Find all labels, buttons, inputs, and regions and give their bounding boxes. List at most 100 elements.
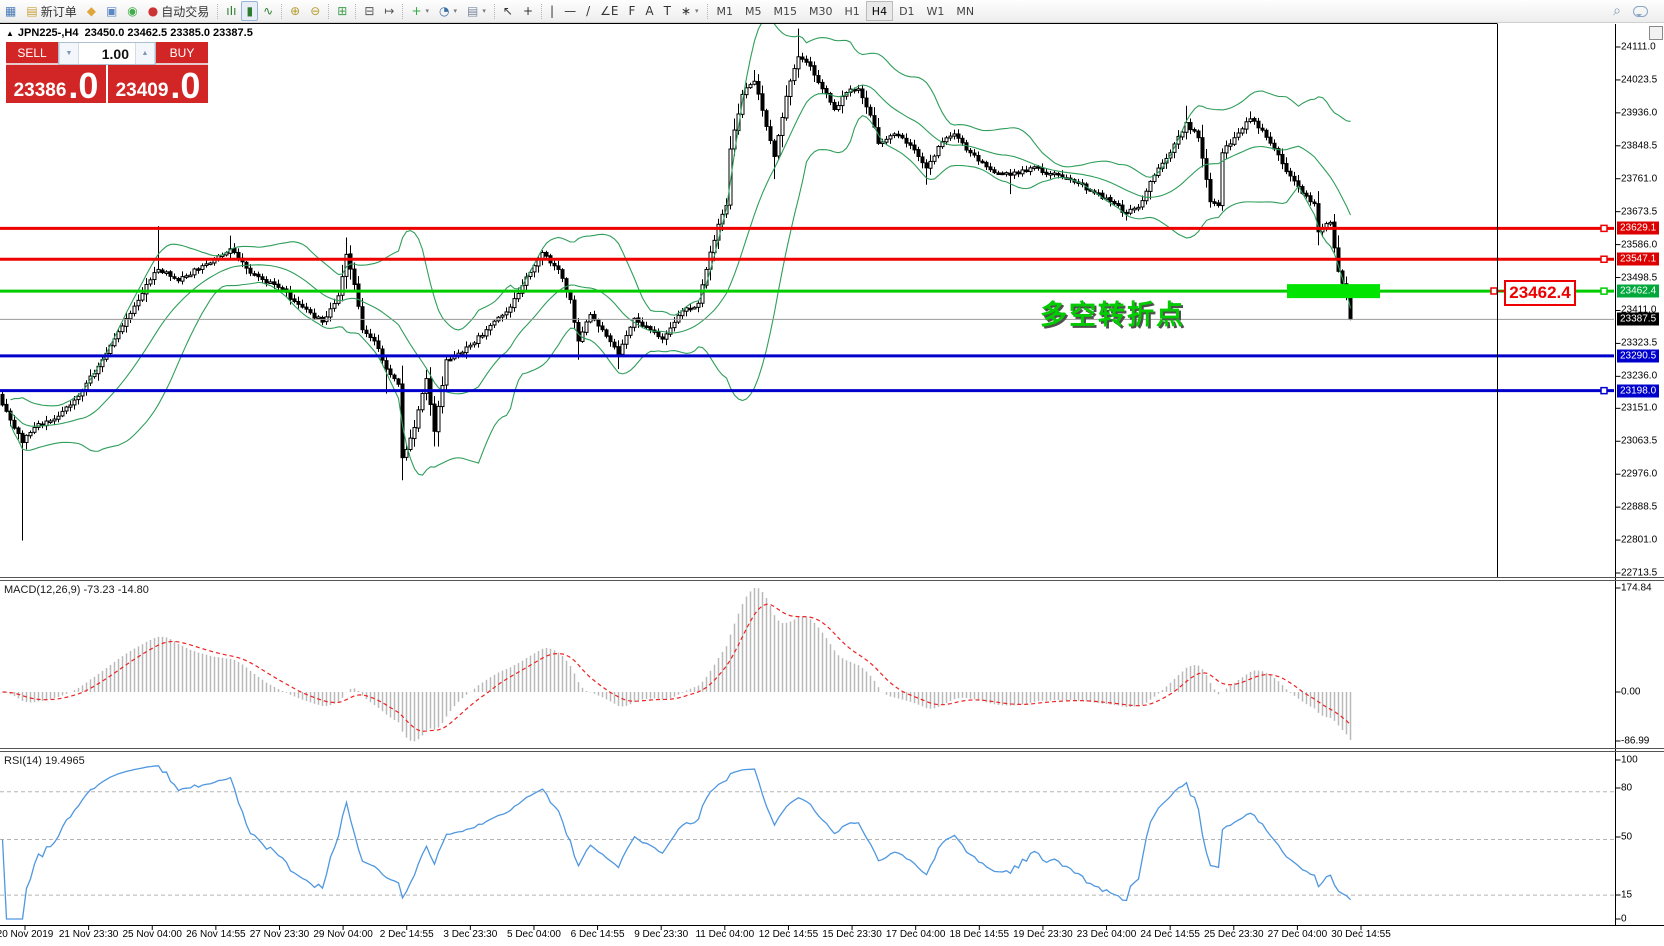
- crosshair-icon: +: [523, 5, 533, 17]
- chat-icon[interactable]: [1633, 6, 1648, 17]
- new-chart-button[interactable]: ▦: [0, 1, 21, 21]
- price-axis-tick: 23848.5: [1621, 140, 1657, 151]
- price-axis-tick: 23323.5: [1621, 338, 1657, 349]
- timeframe-mn-button[interactable]: MN: [950, 1, 980, 21]
- timeframe-m1-button[interactable]: M1: [711, 1, 740, 21]
- time-axis-label: 19 Dec 23:30: [1013, 929, 1073, 940]
- price-axis-tick: 23673.5: [1621, 206, 1657, 217]
- new-order-button-label: 新订单: [41, 3, 77, 20]
- navigator-button[interactable]: ◉: [122, 1, 142, 21]
- chevron-down-icon[interactable]: ▾: [454, 7, 458, 15]
- bar-chart-button[interactable]: ıIı: [221, 1, 241, 21]
- buy-price-panel[interactable]: 23409 .0: [108, 65, 208, 103]
- time-axis-label: 20 Nov 2019: [0, 929, 53, 940]
- buy-price-main: 23409: [116, 81, 169, 100]
- buy-button[interactable]: BUY: [156, 42, 208, 65]
- candlestick-chart-button[interactable]: ▮: [241, 1, 258, 21]
- auto-arrange-button[interactable]: ⊟: [359, 1, 379, 21]
- support-upper-badge: 23290.5: [1617, 349, 1659, 362]
- text-button[interactable]: A: [640, 1, 658, 21]
- time-axis-label: 6 Dec 14:55: [571, 929, 625, 940]
- fibonacci-icon: F: [628, 5, 635, 17]
- chart-shift-button[interactable]: ↦: [379, 1, 399, 21]
- periods-button[interactable]: ◔▾: [434, 1, 462, 21]
- zoom-in-button[interactable]: ⊕: [285, 1, 305, 21]
- rsi-axis-tick: 50: [1621, 832, 1632, 843]
- vertical-line-icon: |: [550, 5, 554, 17]
- timeframe-m15-button[interactable]: M15: [768, 1, 804, 21]
- buy-price-pips: .0: [170, 72, 200, 100]
- timeframe-m30-button[interactable]: M30: [803, 1, 839, 21]
- chevron-down-icon[interactable]: ▾: [695, 7, 699, 15]
- time-axis-label: 25 Dec 23:30: [1204, 929, 1264, 940]
- trendline-icon: /: [586, 5, 590, 17]
- search-icon[interactable]: ⌕: [1613, 3, 1621, 19]
- new-order-button[interactable]: ▤新订单: [21, 1, 81, 21]
- time-axis-label: 2 Dec 14:55: [380, 929, 434, 940]
- price-axis-tick: 22801.0: [1621, 535, 1657, 546]
- price-axis-tick: 24111.0: [1621, 42, 1656, 53]
- trendline-button[interactable]: /: [581, 1, 595, 21]
- collapse-triangle-icon[interactable]: ▲: [6, 29, 14, 38]
- price-callout-label[interactable]: 23462.4: [1504, 280, 1576, 306]
- volume-decrease-button[interactable]: ▼: [59, 43, 79, 64]
- indicators-button[interactable]: +▾: [406, 1, 434, 21]
- chevron-down-icon[interactable]: ▾: [426, 7, 430, 15]
- time-axis-label: 18 Dec 14:55: [950, 929, 1010, 940]
- toolbar-separator: [707, 4, 708, 19]
- equidistant-channel-button[interactable]: ∠E: [595, 1, 623, 21]
- data-window-button[interactable]: ▣: [101, 1, 122, 21]
- macd-signal-line: [3, 604, 1351, 731]
- resistance-upper-badge: 23629.1: [1617, 222, 1659, 235]
- time-axis-label: 5 Dec 04:00: [507, 929, 561, 940]
- text-label-button[interactable]: T: [659, 1, 676, 21]
- market-watch-icon: ◆: [87, 5, 96, 17]
- chevron-down-icon[interactable]: ▾: [482, 7, 486, 15]
- time-axis-label: 9 Dec 23:30: [634, 929, 688, 940]
- fibonacci-button[interactable]: F: [623, 1, 640, 21]
- ohlc-values: 23450.0 23462.5 23385.0 23387.5: [85, 27, 253, 39]
- crosshair-button[interactable]: +: [518, 1, 538, 21]
- timeframe-w1-button[interactable]: W1: [921, 1, 951, 21]
- zoom-out-button[interactable]: ⊖: [305, 1, 325, 21]
- equidistant-channel-icon: ∠E: [600, 5, 618, 17]
- resistance-lower-badge: 23547.1: [1617, 253, 1659, 266]
- bar-chart-icon: ıIı: [226, 5, 236, 17]
- cursor-button[interactable]: ↖: [498, 1, 518, 21]
- volume-increase-button[interactable]: ▲: [135, 43, 155, 64]
- timeframe-m5-button[interactable]: M5: [739, 1, 768, 21]
- volume-input[interactable]: 1.00: [79, 43, 135, 64]
- toolbar-separator: [541, 4, 542, 19]
- one-click-trading-panel: SELL ▼ 1.00 ▲ BUY 23386 .0 23409 .0: [6, 42, 208, 103]
- autotrading-button[interactable]: ●自动交易: [143, 1, 215, 21]
- timeframe-h4-button[interactable]: H4: [866, 1, 893, 21]
- vertical-line-button[interactable]: |: [545, 1, 559, 21]
- rsi-axis-tick: 100: [1621, 755, 1638, 766]
- time-axis-label: 30 Dec 14:55: [1331, 929, 1391, 940]
- timeframe-h1-button[interactable]: H1: [839, 1, 866, 21]
- main-toolbar: ▦▤新订单◆▣◉●自动交易ıIı▮∿⊕⊖⊞⊟↦+▾◔▾▤▾↖+|—/∠EFAT∗…: [0, 0, 1664, 23]
- zoom-out-icon: ⊖: [310, 5, 320, 17]
- line-chart-button[interactable]: ∿: [258, 1, 278, 21]
- sell-price-panel[interactable]: 23386 .0: [6, 65, 106, 103]
- data-window-icon: ▣: [106, 5, 117, 17]
- chart-corner-button[interactable]: [1649, 26, 1663, 40]
- time-axis-label: 21 Nov 23:30: [59, 929, 119, 940]
- macd-axis-tick: -86.99: [1621, 736, 1649, 747]
- bollinger-upper: [11, 19, 1351, 406]
- arrows-button[interactable]: ∗▾: [676, 1, 704, 21]
- tile-windows-button[interactable]: ⊞: [332, 1, 352, 21]
- market-watch-button[interactable]: ◆: [82, 1, 101, 21]
- horizontal-line-button[interactable]: —: [559, 1, 581, 21]
- rsi-axis-tick: 15: [1621, 890, 1632, 901]
- highlight-rectangle: [1287, 284, 1380, 298]
- timeframe-d1-button[interactable]: D1: [893, 1, 920, 21]
- toolbar-separator: [402, 4, 403, 19]
- text-icon: A: [645, 5, 653, 17]
- templates-button[interactable]: ▤▾: [462, 1, 491, 21]
- arrows-icon: ∗: [681, 5, 691, 17]
- sell-price-pips: .0: [68, 72, 98, 100]
- new-chart-icon: ▦: [5, 5, 16, 17]
- sell-button[interactable]: SELL: [6, 42, 58, 65]
- price-axis-tick: 23236.0: [1621, 371, 1657, 382]
